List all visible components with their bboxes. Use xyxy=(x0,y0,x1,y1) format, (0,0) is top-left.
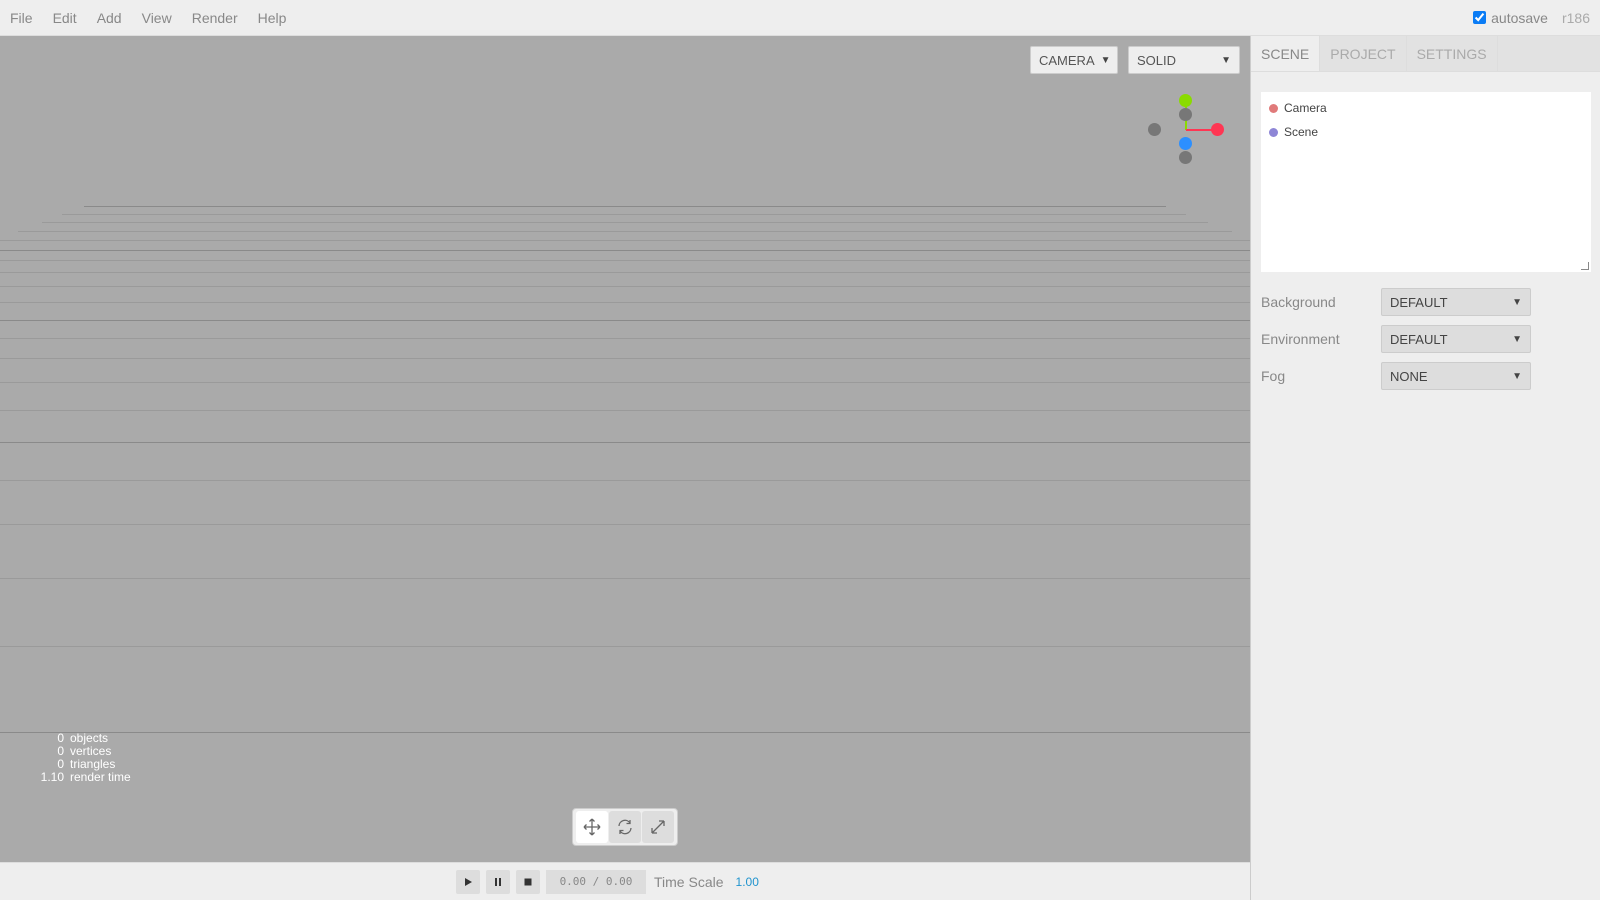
pause-button[interactable] xyxy=(486,869,510,894)
grid-line xyxy=(0,240,1250,241)
grid-line xyxy=(0,272,1250,273)
time-scale-value[interactable]: 1.00 xyxy=(736,875,759,889)
menu-help[interactable]: Help xyxy=(248,0,297,36)
time-scale-label: Time Scale xyxy=(654,873,724,890)
neg-y-axis-handle[interactable] xyxy=(1179,151,1192,164)
autosave-checkbox[interactable] xyxy=(1473,11,1487,24)
chevron-down-icon: ▼ xyxy=(1512,333,1522,345)
tab-project[interactable]: PROJECT xyxy=(1320,36,1407,71)
sidebar-tabs: SCENE PROJECT SETTINGS xyxy=(1251,36,1600,72)
grid-line xyxy=(18,231,1232,232)
outliner[interactable]: Camera Scene xyxy=(1261,92,1591,272)
grid-line xyxy=(0,358,1250,359)
info-value: 1.10 xyxy=(40,770,64,784)
grid-line xyxy=(42,222,1208,223)
chevron-down-icon: ▼ xyxy=(1100,54,1111,66)
menubar-right: autosave r186 xyxy=(1473,10,1600,26)
grid-line xyxy=(0,286,1250,287)
grid-line xyxy=(62,214,1186,215)
info-row-render-time: 1.10 render time xyxy=(0,771,180,784)
grid-line xyxy=(0,338,1250,339)
stop-button[interactable] xyxy=(516,869,540,894)
grid-line xyxy=(0,442,1250,443)
neg-x-axis-handle[interactable] xyxy=(1148,123,1161,136)
environment-select[interactable]: DEFAULT ▼ xyxy=(1381,325,1531,353)
stop-icon xyxy=(524,878,532,885)
outliner-item-scene[interactable]: Scene xyxy=(1261,120,1591,144)
tab-settings[interactable]: SETTINGS xyxy=(1407,36,1498,71)
environment-row: Environment DEFAULT ▼ xyxy=(1261,325,1531,353)
menu-view[interactable]: View xyxy=(132,0,182,36)
scene-dot-icon xyxy=(1269,127,1278,137)
grid-line xyxy=(0,732,1250,733)
scene-info: 0 objects 0 vertices 0 triangles 1.10 re… xyxy=(0,732,180,784)
transform-toolbar xyxy=(572,808,678,846)
scale-icon xyxy=(651,820,665,834)
chevron-down-icon: ▼ xyxy=(1512,370,1522,382)
background-select-value: DEFAULT xyxy=(1390,294,1448,310)
grid-line xyxy=(0,646,1250,647)
translate-icon xyxy=(583,818,601,836)
grid-line xyxy=(0,260,1250,261)
fog-label: Fog xyxy=(1261,368,1286,384)
grid-line xyxy=(0,320,1250,321)
time-display: 0.00 / 0.00 xyxy=(546,869,646,894)
fog-select-value: NONE xyxy=(1390,368,1428,384)
grid-line xyxy=(0,578,1250,579)
grid-line xyxy=(0,480,1250,481)
background-label: Background xyxy=(1261,294,1336,310)
chevron-down-icon: ▼ xyxy=(1221,54,1231,66)
translate-button[interactable] xyxy=(575,811,608,843)
environment-select-value: DEFAULT xyxy=(1390,331,1448,347)
pause-icon xyxy=(495,877,501,886)
resize-handle-icon[interactable] xyxy=(1581,262,1589,270)
grid-line xyxy=(0,302,1250,303)
grid-line xyxy=(0,382,1250,383)
grid-line xyxy=(0,524,1250,525)
outliner-item-label: Camera xyxy=(1284,101,1327,115)
outliner-item-label: Scene xyxy=(1284,125,1319,139)
scale-button[interactable] xyxy=(642,811,675,843)
background-row: Background DEFAULT ▼ xyxy=(1261,288,1531,316)
menu-add[interactable]: Add xyxy=(87,0,132,36)
menu-edit[interactable]: Edit xyxy=(43,0,87,36)
play-icon xyxy=(465,877,472,886)
rotate-button[interactable] xyxy=(608,811,641,843)
shading-select[interactable]: SOLID ▼ xyxy=(1128,46,1240,74)
rotate-icon xyxy=(618,819,632,835)
y-axis-handle[interactable] xyxy=(1179,94,1192,107)
camera-select-value: CAMERA xyxy=(1039,52,1095,68)
grid-line xyxy=(0,250,1250,251)
shading-select-value: SOLID xyxy=(1137,52,1177,68)
sidebar: SCENE PROJECT SETTINGS Camera Scene Back… xyxy=(1250,36,1600,900)
chevron-down-icon: ▼ xyxy=(1512,296,1522,308)
x-axis-handle[interactable] xyxy=(1211,123,1224,136)
grid-line xyxy=(0,410,1250,411)
player-bar: 0.00 / 0.00 Time Scale 1.00 xyxy=(0,862,1250,900)
fog-row: Fog NONE ▼ xyxy=(1261,362,1531,390)
info-label: render time xyxy=(70,770,131,784)
camera-dot-icon xyxy=(1269,103,1278,113)
autosave-label: autosave xyxy=(1491,9,1548,26)
environment-label: Environment xyxy=(1261,331,1340,347)
fog-select[interactable]: NONE ▼ xyxy=(1381,362,1531,390)
menu-file[interactable]: File xyxy=(0,0,43,36)
camera-select[interactable]: CAMERA ▼ xyxy=(1030,46,1118,74)
menu-render[interactable]: Render xyxy=(182,0,248,36)
neg-z-axis-handle[interactable] xyxy=(1179,108,1192,121)
viewport[interactable]: CAMERA ▼ SOLID ▼ 0 objects 0 vertices 0 … xyxy=(0,36,1250,862)
tab-scene[interactable]: SCENE xyxy=(1251,36,1321,71)
grid-line xyxy=(84,206,1166,207)
play-button[interactable] xyxy=(456,869,480,894)
z-axis-handle[interactable] xyxy=(1179,137,1192,150)
outliner-item-camera[interactable]: Camera xyxy=(1261,96,1591,120)
background-select[interactable]: DEFAULT ▼ xyxy=(1381,288,1531,316)
autosave-toggle[interactable]: autosave xyxy=(1473,10,1548,26)
version-label: r186 xyxy=(1561,9,1590,26)
menubar: File Edit Add View Render Help autosave … xyxy=(0,0,1600,36)
